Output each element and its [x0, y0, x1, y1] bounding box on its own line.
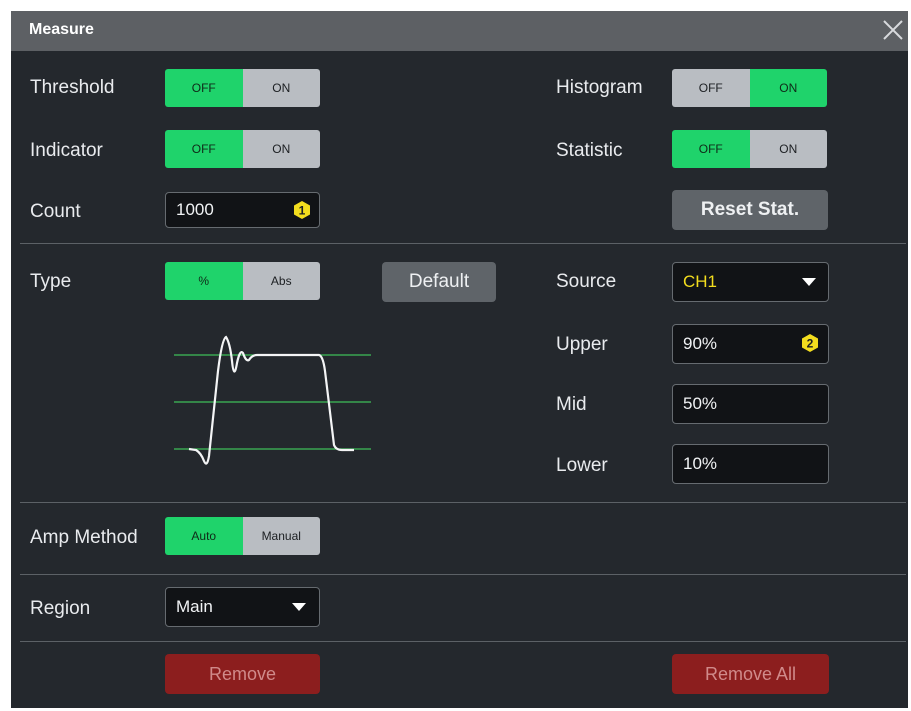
- type-label: Type: [30, 271, 72, 292]
- count-label: Count: [30, 201, 81, 222]
- amp-method-manual-option[interactable]: Manual: [242, 517, 320, 555]
- histogram-off-option[interactable]: OFF: [672, 69, 750, 107]
- waveform-trace: [188, 335, 354, 465]
- count-badge-icon: 1: [294, 201, 310, 219]
- type-toggle[interactable]: % Abs: [165, 262, 320, 300]
- close-icon[interactable]: [880, 17, 906, 43]
- indicator-off-option[interactable]: OFF: [165, 130, 243, 168]
- threshold-label: Threshold: [30, 77, 115, 98]
- histogram-on-option[interactable]: ON: [749, 69, 827, 107]
- statistic-label: Statistic: [556, 140, 623, 161]
- threshold-toggle[interactable]: OFF ON: [165, 69, 320, 107]
- region-chevron-down-icon: [292, 603, 306, 611]
- measure-dialog: Measure Threshold OFF ON Histogram OFF O…: [11, 11, 908, 708]
- count-badge-number: 1: [299, 204, 306, 218]
- source-value: CH1: [683, 272, 718, 291]
- lower-input[interactable]: 10%: [672, 444, 829, 484]
- mid-input[interactable]: 50%: [672, 384, 829, 424]
- remove-button[interactable]: Remove: [165, 654, 320, 694]
- lower-value: 10%: [683, 454, 718, 473]
- default-button[interactable]: Default: [382, 262, 496, 302]
- threshold-off-option[interactable]: OFF: [165, 69, 243, 107]
- upper-badge-icon: 2: [802, 334, 818, 352]
- divider: [20, 243, 906, 244]
- region-value: Main: [176, 597, 213, 616]
- type-percent-option[interactable]: %: [165, 262, 243, 300]
- upper-badge-number: 2: [807, 337, 814, 351]
- histogram-toggle[interactable]: OFF ON: [672, 69, 827, 107]
- upper-value: 90%: [683, 334, 718, 353]
- lower-label: Lower: [556, 455, 608, 476]
- indicator-on-option[interactable]: ON: [242, 130, 320, 168]
- upper-label: Upper: [556, 334, 608, 355]
- type-abs-option[interactable]: Abs: [242, 262, 320, 300]
- threshold-waveform-illustration: [174, 335, 371, 465]
- histogram-label: Histogram: [556, 77, 643, 98]
- threshold-on-option[interactable]: ON: [242, 69, 320, 107]
- amp-method-toggle[interactable]: Auto Manual: [165, 517, 320, 555]
- divider: [20, 502, 906, 503]
- source-chevron-down-icon: [802, 278, 816, 286]
- divider: [20, 641, 906, 642]
- mid-label: Mid: [556, 394, 587, 415]
- amp-method-auto-option[interactable]: Auto: [165, 517, 243, 555]
- amp-method-label: Amp Method: [30, 527, 138, 548]
- mid-value: 50%: [683, 394, 718, 413]
- indicator-label: Indicator: [30, 140, 103, 161]
- divider: [20, 574, 906, 575]
- title-bar: Measure: [11, 11, 908, 51]
- count-value: 1000: [176, 200, 214, 219]
- source-label: Source: [556, 271, 617, 292]
- statistic-toggle[interactable]: OFF ON: [672, 130, 827, 168]
- remove-all-button[interactable]: Remove All: [672, 654, 829, 694]
- statistic-off-option[interactable]: OFF: [672, 130, 750, 168]
- statistic-on-option[interactable]: ON: [749, 130, 827, 168]
- region-label: Region: [30, 598, 91, 619]
- reset-stat-button[interactable]: Reset Stat.: [672, 190, 828, 230]
- indicator-toggle[interactable]: OFF ON: [165, 130, 320, 168]
- dialog-title: Measure: [29, 21, 94, 38]
